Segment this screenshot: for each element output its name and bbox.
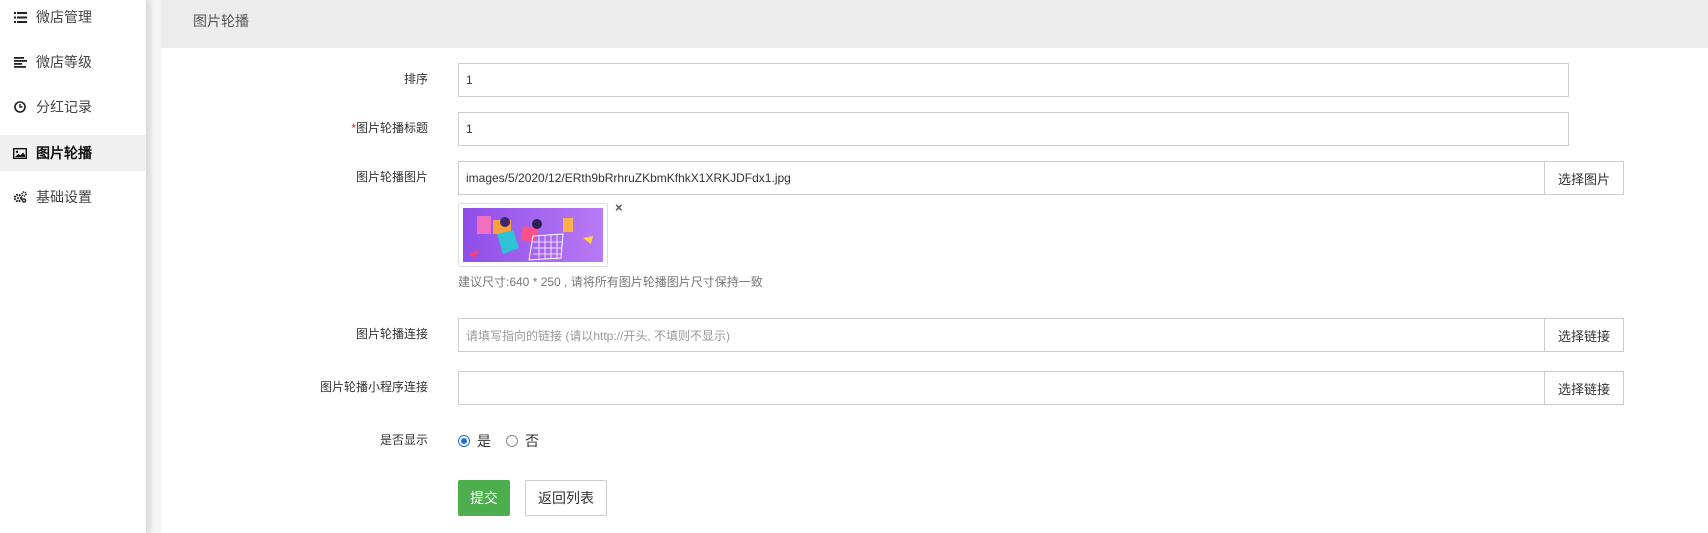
list-icon: [12, 9, 28, 25]
sidebar-item-label: 微店等级: [36, 54, 92, 70]
sidebar-item-label: 图片轮播: [36, 145, 92, 161]
sort-label: 排序: [403, 72, 428, 86]
mini-program-link-input[interactable]: [458, 371, 1545, 405]
sidebar-item-shop-level[interactable]: 微店等级: [0, 44, 146, 80]
clock-icon: [12, 99, 28, 115]
sidebar-item-carousel[interactable]: 图片轮播: [0, 135, 146, 171]
mini-link-label: 图片轮播小程序连接: [319, 380, 428, 394]
page-header: 图片轮播: [161, 0, 1708, 48]
display-yes-radio[interactable]: 是: [458, 431, 491, 451]
link-input[interactable]: 请填写指向的链接 (请以http://开头, 不填则不显示): [458, 318, 1545, 352]
title-input[interactable]: 1: [458, 112, 1569, 146]
display-no-label: 否: [525, 433, 539, 449]
image-preview: [458, 203, 608, 267]
link-label: 图片轮播连接: [355, 327, 428, 341]
sidebar-item-shop-manage[interactable]: 微店管理: [0, 0, 146, 35]
sidebar-item-settings[interactable]: 基础设置: [0, 179, 146, 215]
sidebar-item-label: 基础设置: [36, 189, 92, 205]
gears-icon: [12, 189, 28, 205]
page-title: 图片轮播: [193, 13, 249, 29]
remove-image-icon[interactable]: ×: [615, 200, 623, 215]
radio-checked-icon: [458, 435, 470, 447]
submit-button[interactable]: 提交: [458, 480, 510, 516]
display-label: 是否显示: [379, 433, 428, 447]
sidebar-item-dividend[interactable]: 分红记录: [0, 89, 146, 125]
image-path-input[interactable]: images/5/2020/12/ERth9bRrhruZKbmKfhkX1XR…: [458, 161, 1545, 195]
select-image-button[interactable]: 选择图片: [1544, 161, 1624, 195]
display-yes-label: 是: [477, 433, 491, 449]
select-mini-link-button[interactable]: 选择链接: [1544, 371, 1624, 405]
image-size-help: 建议尺寸:640 * 250 , 请将所有图片轮播图片尺寸保持一致: [458, 275, 763, 289]
carousel-thumbnail-image: [463, 208, 603, 262]
back-to-list-button[interactable]: 返回列表: [525, 480, 607, 516]
image-label: 图片轮播图片: [355, 170, 428, 184]
sidebar: 微店管理 微店等级 分红记录 图片轮播 基础设置: [0, 0, 147, 533]
radio-unchecked-icon: [506, 435, 518, 447]
sidebar-item-label: 分红记录: [36, 99, 92, 115]
sidebar-item-label: 微店管理: [36, 9, 92, 25]
display-no-radio[interactable]: 否: [506, 431, 539, 451]
content-gutter: [147, 0, 162, 533]
image-icon: [12, 145, 28, 161]
select-link-button[interactable]: 选择链接: [1544, 318, 1624, 352]
align-left-icon: [12, 54, 28, 70]
title-label: *图片轮播标题: [351, 121, 428, 135]
sort-input[interactable]: 1: [458, 63, 1569, 97]
